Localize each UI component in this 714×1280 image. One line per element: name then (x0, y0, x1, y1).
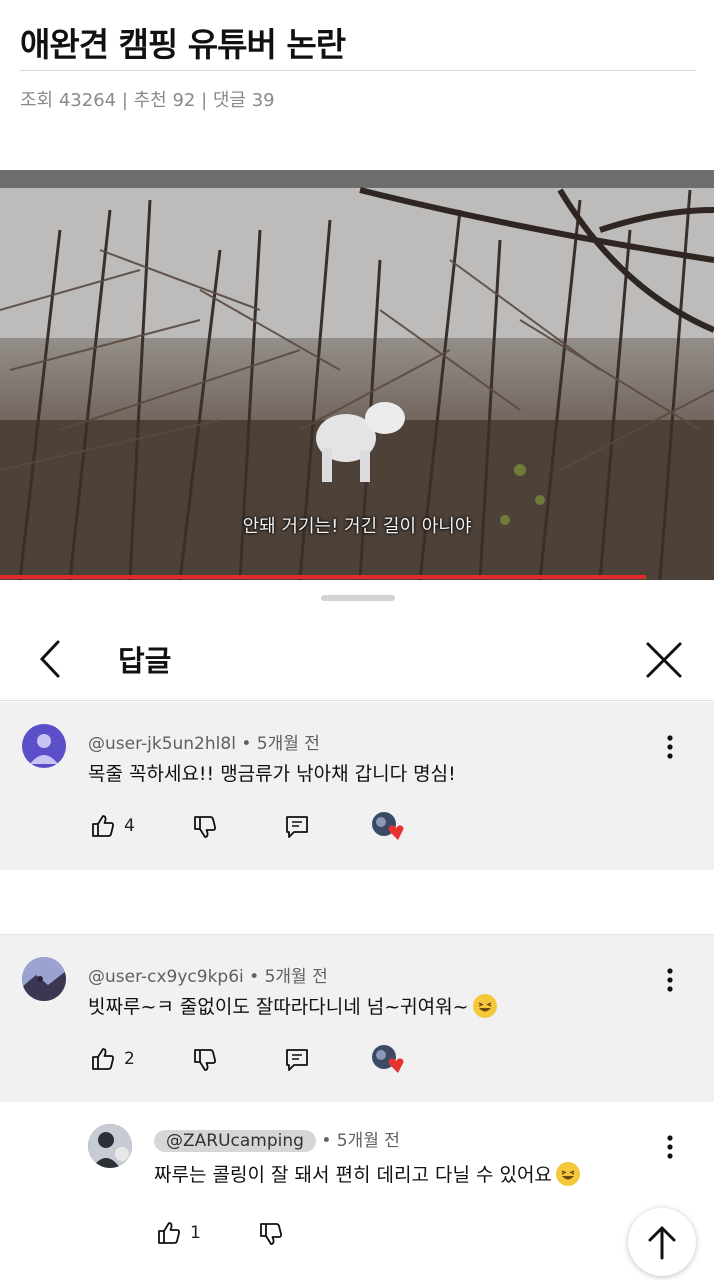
comment-text-line: 빗짜루~ㅋ 줄없이도 잘따라다니네 넘~귀여워~ (88, 992, 497, 1019)
creator-heart-icon (372, 812, 404, 840)
comment-item: @user-jk5un2hl8l • 5개월 전 목줄 꼭하세요!! 맹금류가 … (0, 702, 714, 870)
like-button[interactable]: 1 (156, 1218, 201, 1248)
comment-item: @user-cx9yc9kp6i • 5개월 전 빗짜루~ㅋ 줄없이도 잘따라다… (0, 934, 714, 1103)
default-user-icon (30, 734, 58, 764)
more-options-button[interactable] (658, 732, 682, 762)
video-progress-bar[interactable] (0, 575, 647, 579)
thumbs-down-icon (194, 1049, 216, 1071)
reply-button[interactable] (284, 812, 310, 842)
thumbs-up-icon (92, 815, 114, 837)
like-button[interactable]: 4 (90, 811, 135, 841)
comment-time: 5개월 전 (336, 1131, 400, 1151)
like-count: 4 (124, 816, 135, 836)
thumbs-up-icon (158, 1222, 180, 1244)
reply-button[interactable] (284, 1045, 310, 1075)
arrow-up-icon (648, 1226, 676, 1260)
kebab-menu-icon (667, 968, 673, 992)
kebab-menu-icon (667, 1135, 673, 1159)
replies-sheet: 답글 @user-jk5un2hl8l • 5개월 전 목줄 꼭하세요!! 맹금… (0, 580, 714, 1280)
dislike-button[interactable] (192, 1045, 218, 1075)
creator-heart-badge (370, 1043, 406, 1075)
comment-time: 5개월 전 (256, 734, 320, 754)
sheet-title: 답글 (118, 644, 172, 678)
comment-text-line: 짜루는 콜링이 잘 돼서 편히 데리고 다닐 수 있어요 (154, 1160, 580, 1187)
more-options-button[interactable] (658, 965, 682, 995)
like-count: 1 (190, 1223, 201, 1243)
creator-channel-chip[interactable]: @ZARUcamping (154, 1130, 316, 1152)
comment-author-line: @user-jk5un2hl8l • 5개월 전 (88, 734, 320, 754)
comment-gap (0, 870, 714, 934)
comment-author[interactable]: @user-cx9yc9kp6i (88, 967, 244, 987)
post-title: 애완견 캠핑 유튜버 논란 (20, 25, 346, 64)
thumbs-up-icon (92, 1048, 114, 1070)
chevron-left-icon (39, 640, 60, 678)
title-divider (20, 70, 696, 71)
close-button[interactable] (638, 634, 690, 686)
dislike-button[interactable] (258, 1219, 284, 1249)
drag-handle[interactable] (321, 595, 395, 601)
close-icon (646, 642, 682, 678)
avatar[interactable] (22, 957, 66, 1001)
comment-text: 빗짜루~ㅋ 줄없이도 잘따라다니네 넘~귀여워~ (88, 996, 469, 1018)
comment-time: 5개월 전 (264, 967, 328, 987)
header-divider (0, 700, 714, 701)
comment-author-line: @user-cx9yc9kp6i • 5개월 전 (88, 967, 328, 987)
like-count: 2 (124, 1049, 135, 1069)
grinning-squinting-face-icon (555, 1162, 580, 1186)
sheet-header: 답글 (0, 610, 714, 700)
comment-text: 짜루는 콜링이 잘 돼서 편히 데리고 다닐 수 있어요 (154, 1164, 552, 1186)
comment-author-line: @ZARUcamping • 5개월 전 (154, 1126, 400, 1152)
grinning-squinting-face-icon (472, 994, 497, 1018)
reply-comment-icon (286, 816, 308, 838)
thumbs-down-icon (260, 1223, 282, 1245)
hiking-photo-icon (22, 957, 66, 1001)
creator-heart-badge (370, 810, 406, 842)
dislike-button[interactable] (192, 812, 218, 842)
back-button[interactable] (26, 634, 76, 684)
post-meta: 조회 43264 | 추천 92 | 댓글 39 (20, 90, 275, 111)
more-options-button[interactable] (658, 1132, 682, 1162)
kebab-menu-icon (667, 735, 673, 759)
video-player[interactable]: 안돼 거기는! 거긴 길이 아니야 (0, 170, 714, 580)
video-subtitle: 안돼 거기는! 거긴 길이 아니야 (242, 516, 472, 537)
scroll-to-top-button[interactable] (628, 1208, 696, 1276)
creator-photo-icon (88, 1124, 132, 1168)
post-header: 애완견 캠핑 유튜버 논란 조회 43264 | 추천 92 | 댓글 39 (0, 0, 714, 170)
creator-heart-icon (372, 1045, 404, 1073)
like-button[interactable]: 2 (90, 1044, 135, 1074)
reply-comment-icon (286, 1049, 308, 1071)
thumbs-down-icon (194, 816, 216, 838)
avatar[interactable] (88, 1124, 132, 1168)
creator-reply-item: @ZARUcamping • 5개월 전 짜루는 콜링이 잘 돼서 편히 데리고… (0, 1102, 714, 1280)
comment-author[interactable]: @user-jk5un2hl8l (88, 734, 236, 754)
avatar[interactable] (22, 724, 66, 768)
comment-text: 목줄 꼭하세요!! 맹금류가 낚아채 갑니다 명심! (88, 763, 456, 785)
